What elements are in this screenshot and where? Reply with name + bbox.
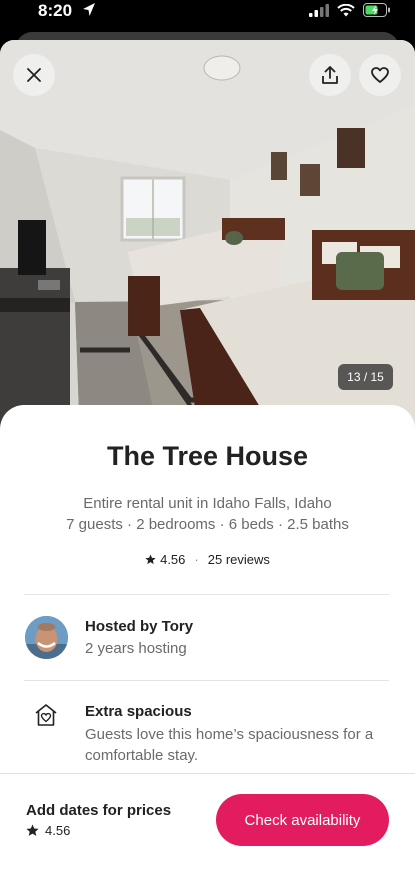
heart-icon (371, 67, 389, 83)
close-icon (27, 68, 41, 82)
highlight-title: Extra spacious (85, 703, 192, 720)
reviews-link[interactable]: 25 reviews (208, 552, 270, 567)
divider (24, 680, 389, 681)
rating-summary[interactable]: 4.56 · 25 reviews (0, 552, 415, 567)
listing-details-summary: 7 guests · 2 bedrooms · 6 beds · 2.5 bat… (66, 516, 349, 533)
listing-title: The Tree House (106, 441, 309, 471)
host-tenure: 2 years hosting (85, 640, 187, 657)
wifi-icon (337, 3, 355, 16)
star-icon (26, 824, 39, 836)
highlight-description: Guests love this home’s spaciousness for… (85, 726, 374, 764)
booking-footer: Add dates for prices 4.56 Check availabi… (0, 773, 415, 882)
separator-dot: · (194, 552, 199, 567)
status-time: 8:20 (38, 1, 73, 20)
star-icon (145, 554, 156, 565)
house-heart-icon (35, 704, 57, 726)
listing-type-location: Entire rental unit in Idaho Falls, Idaho (83, 495, 332, 512)
share-icon (322, 66, 338, 84)
save-wishlist-button[interactable] (359, 54, 401, 96)
status-icons (309, 3, 391, 17)
host-name[interactable]: Hosted by Tory (85, 618, 193, 635)
divider (24, 594, 389, 595)
rating-value: 4.56 (160, 552, 186, 567)
signal-icon (309, 3, 329, 17)
footer-rating: 4.56 (26, 823, 70, 838)
host-avatar[interactable] (25, 616, 68, 659)
photo-counter: 13 / 15 (338, 364, 393, 390)
host-photo (25, 616, 68, 659)
add-dates-label[interactable]: Add dates for prices (26, 802, 171, 819)
battery-icon (363, 3, 390, 17)
status-bar: 8:20 (0, 0, 415, 30)
close-button[interactable] (13, 54, 55, 96)
footer-rating-value: 4.56 (45, 823, 71, 838)
location-arrow-icon (83, 3, 95, 16)
check-availability-button[interactable]: Check availability (216, 794, 389, 846)
share-button[interactable] (309, 54, 351, 96)
